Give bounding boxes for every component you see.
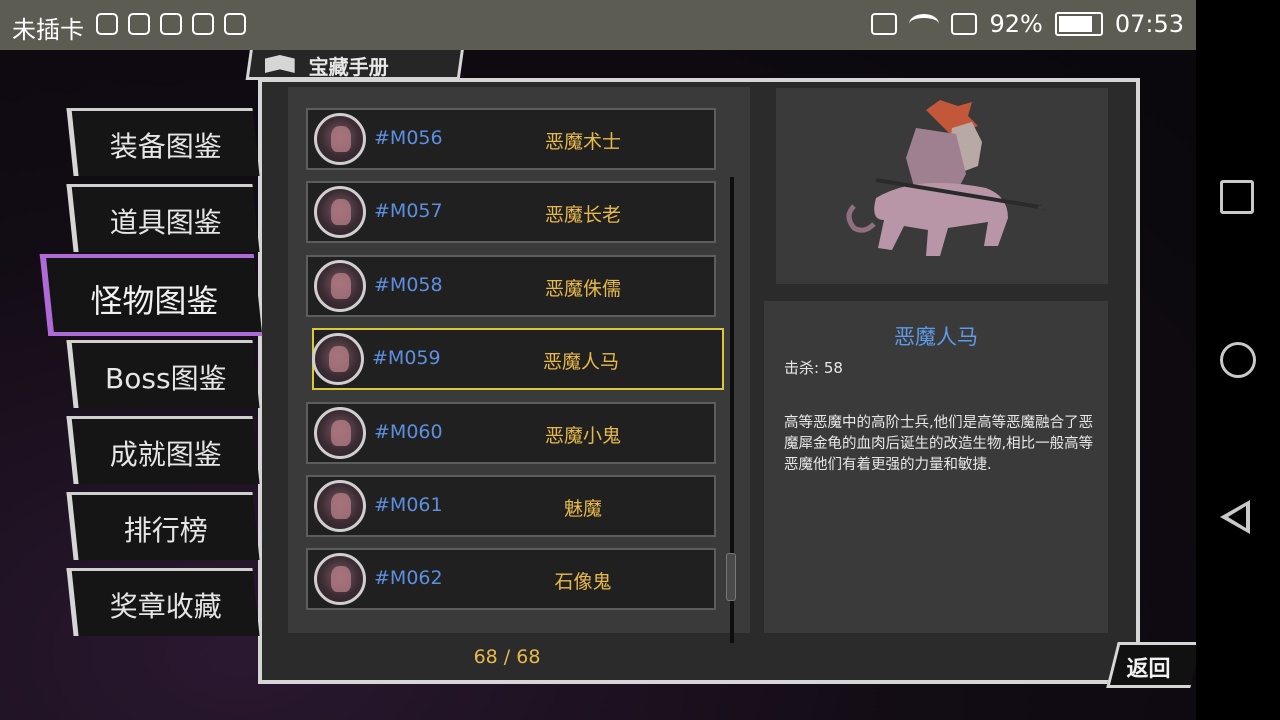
notification-icons bbox=[96, 13, 246, 35]
tab-leaderboard[interactable]: 排行榜 bbox=[66, 492, 260, 560]
panel-title-tab: 宝藏手册 bbox=[245, 50, 465, 80]
sim-icon bbox=[951, 13, 978, 35]
monster-info-panel: 恶魔人马 击杀: 58 高等恶魔中的高阶士兵,他们是高等恶魔融合了恶魔犀金龟的血… bbox=[764, 301, 1108, 633]
monster-row[interactable]: #M057 恶魔长老 bbox=[306, 181, 716, 243]
wifi-icon bbox=[909, 14, 940, 34]
monster-description: 高等恶魔中的高阶士兵,他们是高等恶魔融合了恶魔犀金龟的血肉后诞生的改造生物,相比… bbox=[784, 415, 1094, 473]
monster-detail-name: 恶魔人马 bbox=[894, 325, 978, 349]
tab-equipment[interactable]: 装备图鉴 bbox=[66, 108, 260, 176]
status-bar: 未插卡 92% 07:53 bbox=[0, 0, 1196, 50]
monster-portrait bbox=[312, 333, 364, 385]
notification-icon bbox=[128, 13, 150, 35]
list-scrollbar-thumb[interactable] bbox=[726, 553, 736, 601]
collection-count: 68 / 68 bbox=[473, 646, 541, 668]
monster-name: 恶魔长老 bbox=[544, 204, 621, 226]
monster-row[interactable]: #M061 魅魔 bbox=[306, 475, 716, 537]
book-icon bbox=[265, 55, 295, 73]
vibrate-icon bbox=[871, 13, 898, 35]
monster-code: #M061 bbox=[374, 494, 443, 516]
monster-name: 恶魔侏儒 bbox=[544, 278, 621, 300]
notification-icon bbox=[192, 13, 214, 35]
tab-label: Boss图鉴 bbox=[105, 362, 227, 395]
battery-percent: 92% bbox=[989, 10, 1043, 38]
game-screen: 宝藏手册 装备图鉴 道具图鉴 怪物图鉴 Boss图鉴 成就图鉴 排行榜 奖章收藏… bbox=[0, 50, 1196, 720]
monster-code: #M062 bbox=[374, 567, 443, 589]
tab-label: 排行榜 bbox=[123, 514, 208, 547]
clock: 07:53 bbox=[1114, 10, 1184, 38]
monster-row[interactable]: #M060 恶魔小鬼 bbox=[306, 402, 716, 464]
monster-portrait bbox=[314, 553, 366, 605]
monster-portrait bbox=[314, 480, 366, 532]
monster-portrait bbox=[314, 186, 366, 238]
monster-row-selected[interactable]: #M059 恶魔人马 bbox=[312, 328, 724, 390]
back-nav-button[interactable] bbox=[1220, 500, 1250, 534]
monster-portrait bbox=[314, 407, 366, 459]
back-button-label: 返回 bbox=[1126, 657, 1171, 682]
back-button[interactable]: 返回 bbox=[1106, 642, 1196, 688]
monster-name: 恶魔人马 bbox=[542, 351, 619, 373]
notification-icon bbox=[224, 13, 246, 35]
monster-row[interactable]: #M058 恶魔侏儒 bbox=[306, 255, 716, 317]
kill-count: 击杀: 58 bbox=[784, 359, 843, 377]
monster-portrait bbox=[314, 260, 366, 312]
demon-centaur-image bbox=[846, 100, 1061, 256]
monster-row[interactable]: #M062 石像鬼 bbox=[306, 548, 716, 610]
navigation-bar bbox=[1196, 0, 1280, 720]
tab-label: 装备图鉴 bbox=[109, 130, 222, 163]
monster-name: 恶魔术士 bbox=[544, 131, 621, 153]
tab-achievements[interactable]: 成就图鉴 bbox=[66, 416, 260, 484]
tab-label: 成就图鉴 bbox=[109, 438, 222, 471]
tab-boss[interactable]: Boss图鉴 bbox=[66, 340, 260, 408]
monster-code: #M057 bbox=[374, 200, 443, 222]
monster-portrait bbox=[314, 113, 366, 165]
notification-icon bbox=[96, 13, 118, 35]
recents-button[interactable] bbox=[1220, 180, 1254, 214]
monster-name: 石像鬼 bbox=[554, 571, 612, 593]
notification-icon bbox=[160, 13, 182, 35]
tab-label: 怪物图鉴 bbox=[90, 282, 219, 320]
monster-code: #M059 bbox=[372, 347, 441, 369]
monster-row[interactable]: #M056 恶魔术士 bbox=[306, 108, 716, 170]
tab-label: 奖章收藏 bbox=[109, 590, 222, 623]
carrier-label: 未插卡 bbox=[12, 16, 84, 44]
panel-title: 宝藏手册 bbox=[308, 55, 389, 79]
monster-code: #M056 bbox=[374, 127, 443, 149]
tab-items[interactable]: 道具图鉴 bbox=[66, 184, 260, 252]
battery-icon bbox=[1054, 12, 1103, 36]
monster-artwork-panel bbox=[776, 88, 1108, 284]
monster-code: #M060 bbox=[374, 421, 443, 443]
monster-name: 恶魔小鬼 bbox=[544, 425, 621, 447]
tab-monsters[interactable]: 怪物图鉴 bbox=[39, 254, 263, 336]
monster-list[interactable]: #M056 恶魔术士 #M057 恶魔长老 #M058 恶魔侏儒 #M059 恶… bbox=[288, 87, 750, 633]
monster-code: #M058 bbox=[374, 274, 443, 296]
tab-label: 道具图鉴 bbox=[109, 206, 222, 239]
home-button[interactable] bbox=[1220, 342, 1256, 378]
tab-medals[interactable]: 奖章收藏 bbox=[66, 568, 260, 636]
monster-name: 魅魔 bbox=[563, 498, 602, 520]
